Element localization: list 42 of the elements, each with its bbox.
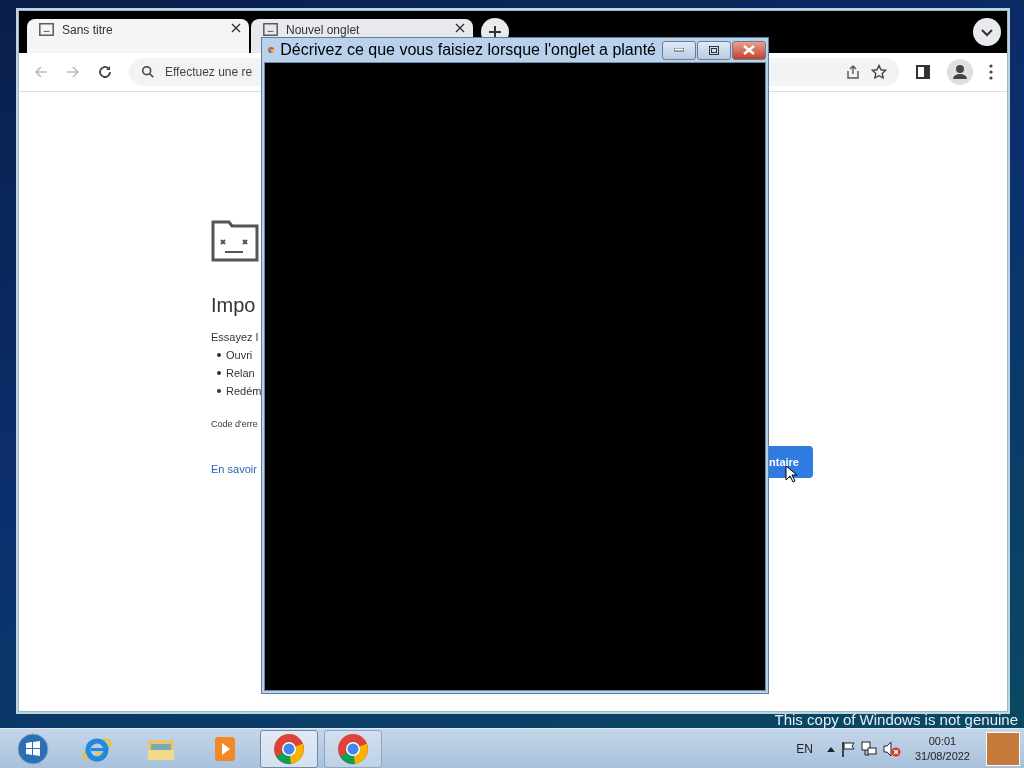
address-field[interactable]: Effectuez une re bbox=[165, 65, 835, 79]
learn-more-link[interactable]: En savoir bbox=[211, 463, 257, 475]
clock-date[interactable]: 31/08/2022 bbox=[914, 750, 970, 762]
star-icon[interactable] bbox=[871, 64, 887, 80]
start-orb-icon bbox=[17, 732, 49, 765]
profile-icon[interactable] bbox=[947, 59, 973, 85]
search-icon bbox=[141, 65, 155, 79]
maximize-button[interactable] bbox=[697, 40, 731, 60]
network-icon[interactable] bbox=[860, 740, 877, 757]
mouse-cursor-icon bbox=[785, 465, 797, 483]
suggestion-text: Ouvri bbox=[226, 349, 253, 361]
taskbar-button[interactable] bbox=[324, 729, 382, 768]
dropdown-icon[interactable] bbox=[973, 18, 1001, 46]
error-code: Code d'erre bbox=[211, 419, 259, 429]
clock-time[interactable]: 00:01 bbox=[928, 735, 957, 747]
muted-speaker-icon[interactable] bbox=[882, 740, 901, 757]
chrome-icon bbox=[337, 732, 369, 765]
chrome-icon bbox=[273, 732, 305, 765]
close-button[interactable] bbox=[732, 40, 766, 60]
side-panel-icon[interactable] bbox=[915, 64, 931, 80]
close-icon bbox=[743, 45, 755, 55]
flag-icon[interactable] bbox=[840, 740, 855, 757]
suggestion-text: Relan bbox=[226, 367, 255, 379]
language-indicator[interactable]: EN bbox=[796, 741, 813, 756]
watermark-notice: This copy of Windows is not genuine bbox=[774, 712, 1018, 727]
bullet-icon bbox=[217, 353, 221, 357]
maximize-icon bbox=[709, 45, 719, 55]
taskbar-button[interactable] bbox=[260, 729, 318, 768]
tray-arrow-icon[interactable] bbox=[826, 745, 835, 752]
close-icon[interactable] bbox=[455, 23, 465, 33]
bullet-icon bbox=[217, 389, 221, 393]
share-icon[interactable] bbox=[845, 64, 861, 80]
suggestion-text: Redém bbox=[226, 385, 262, 397]
photo-placeholder bbox=[986, 731, 1020, 766]
reload-icon[interactable] bbox=[97, 64, 113, 80]
menu-icon[interactable] bbox=[989, 64, 993, 80]
error-text: Essayez l bbox=[211, 331, 260, 343]
browser-tab[interactable]: Sans titre bbox=[27, 19, 249, 53]
minimize-icon bbox=[674, 48, 684, 52]
error-heading: Impo bbox=[211, 294, 257, 317]
bullet-icon bbox=[217, 371, 221, 375]
close-icon[interactable] bbox=[231, 23, 241, 33]
